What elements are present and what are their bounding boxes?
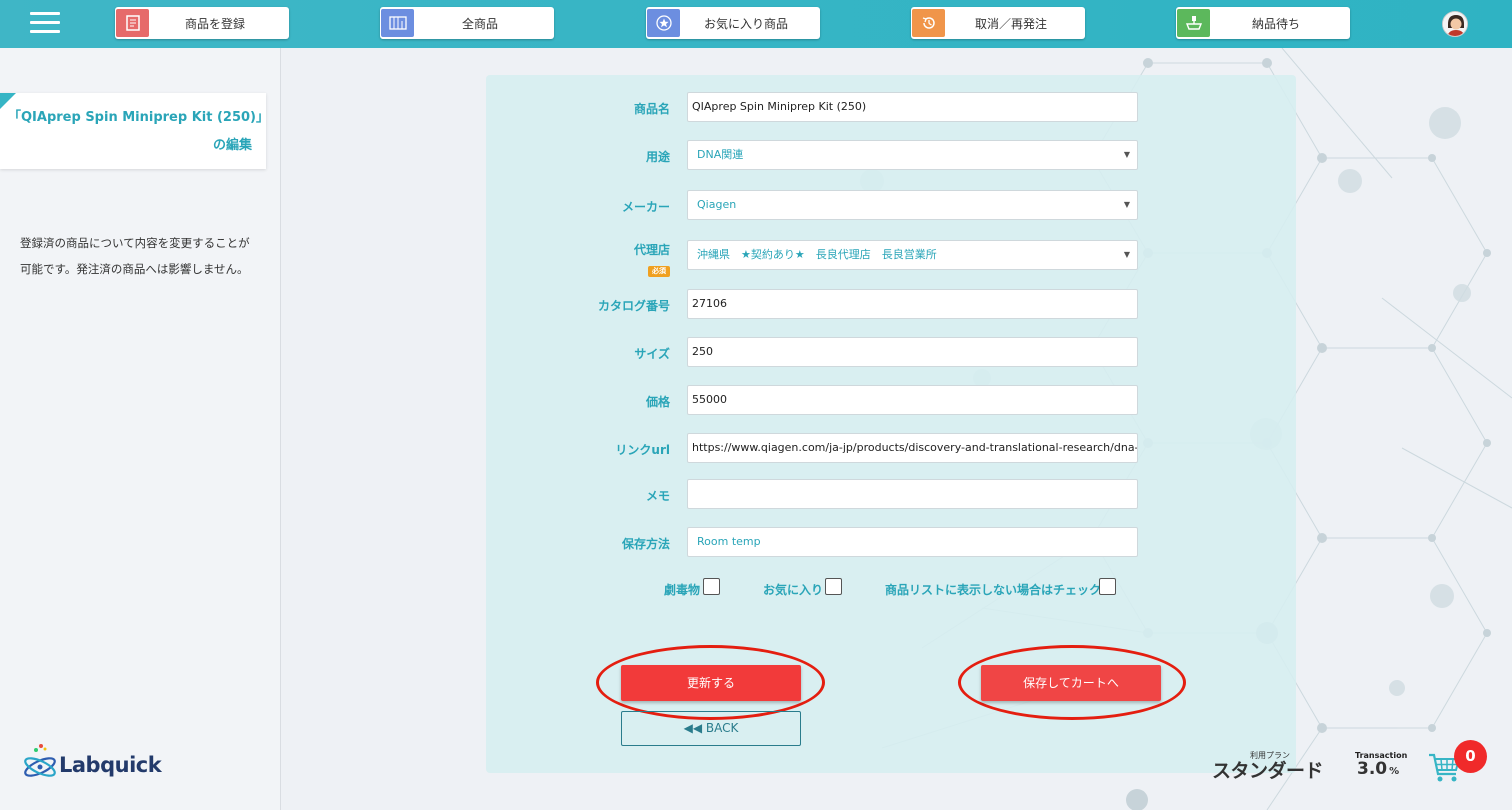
hide-from-list-checkbox[interactable] [1099,578,1116,595]
product-name-input[interactable]: QIAprep Spin Miniprep Kit (250) [687,92,1138,122]
link-url-input[interactable]: https://www.qiagen.com/ja-jp/products/di… [687,433,1138,463]
select-value: DNA関連 [697,148,744,161]
logo-text: Labquick [59,753,162,777]
nav-cancel-reorder[interactable]: 取消／再発注 [911,7,1085,39]
checkbox-label: お気に入り [763,583,824,597]
all-products-icon [381,9,414,37]
field-label: メモ [645,489,670,503]
field-label: 用途 [645,150,670,164]
nav-awaiting-delivery[interactable]: 納品待ち [1176,7,1350,39]
sidebar: 「QIAprep Spin Miniprep Kit (250)」 の編集 登録… [0,48,281,810]
page-title-suffix: の編集 [212,138,252,153]
update-button[interactable]: 更新する [621,665,801,701]
description-line: 登録済の商品について内容を変更することが [20,236,250,250]
form-row-catalog-number: カタログ番号 27106 [486,289,1296,321]
form-row-agency: 代理店 必須 沖縄県 ★契約あり★ 長良代理店 長良営業所 ▼ [486,240,1296,277]
poison-checkbox-group: 劇毒物 [664,578,724,598]
page-description: 登録済の商品について内容を変更することが 可能です。発注済の商品へは影響しません… [20,230,270,282]
field-label: リンクurl [615,443,670,457]
storage-method-input[interactable]: Room temp [687,527,1138,557]
nav-label: 納品待ち [1251,16,1300,31]
form-row-storage: 保存方法 Room temp [486,527,1296,559]
nav-register-product[interactable]: 商品を登録 [115,7,289,39]
form-row-link-url: リンクurl https://www.qiagen.com/ja-jp/prod… [486,433,1296,465]
form-row-size: サイズ 250 [486,337,1296,369]
transaction-unit: % [1389,766,1400,777]
maker-select[interactable]: Qiagen ▼ [687,190,1138,220]
transaction-rate: 3.0% [1357,759,1399,779]
dropdown-caret-icon: ▼ [1123,150,1130,159]
select-value: Qiagen [697,198,737,211]
top-bar: 商品を登録 全商品 お気に入り商品 取消／再発注 納品待ち [0,0,1512,48]
form-row-price: 価格 55000 [486,385,1296,417]
app-logo[interactable]: Labquick [22,743,172,783]
select-value: 沖縄県 ★契約あり★ 長良代理店 長良営業所 [697,248,937,261]
form-row-maker: メーカー Qiagen ▼ [486,190,1296,222]
field-label: 価格 [645,395,670,409]
form-row-usage: 用途 DNA関連 ▼ [486,140,1296,172]
field-label: 商品名 [633,102,670,116]
field-label: メーカー [621,200,670,214]
menu-icon[interactable] [30,12,60,34]
nav-label: 取消／再発注 [974,16,1047,31]
save-to-cart-button[interactable]: 保存してカートへ [981,665,1161,701]
register-icon [116,9,149,37]
favorite-checkbox-group: お気に入り [763,578,853,598]
form-row-memo: メモ [486,479,1296,511]
size-input[interactable]: 250 [687,337,1138,367]
favorite-icon [647,9,680,37]
delivery-icon [1177,9,1210,37]
page-title-card: 「QIAprep Spin Miniprep Kit (250)」 の編集 [0,93,269,169]
field-label: 代理店 [633,243,670,257]
checkbox-label: 商品リストに表示しない場合はチェック [885,583,1102,597]
form-row-product-name: 商品名 QIAprep Spin Miniprep Kit (250) [486,92,1296,124]
cart-count-badge[interactable]: 0 [1454,740,1487,773]
description-line: 可能です。発注済の商品へは影響しません。 [20,262,249,276]
dropdown-caret-icon: ▼ [1123,200,1130,209]
plan-name: スタンダード [1212,760,1324,782]
atom-logo-icon [24,744,56,777]
nav-label: 商品を登録 [184,16,245,31]
page-title: 「QIAprep Spin Miniprep Kit (250)」 [8,110,269,125]
nav-label: 全商品 [461,16,498,31]
back-button[interactable]: ◀◀ BACK [621,711,801,746]
nav-favorites[interactable]: お気に入り商品 [646,7,820,39]
history-icon [912,9,945,37]
poison-checkbox[interactable] [703,578,720,595]
checkbox-label: 劇毒物 [664,583,701,597]
transaction-value: 3.0 [1357,759,1388,779]
nav-label: お気に入り商品 [703,16,788,31]
catalog-number-input[interactable]: 27106 [687,289,1138,319]
usage-select[interactable]: DNA関連 ▼ [687,140,1138,170]
required-badge: 必須 [648,266,670,277]
field-label: サイズ [634,347,670,361]
field-label: 保存方法 [621,537,670,551]
price-input[interactable]: 55000 [687,385,1138,415]
edit-form-panel: 商品名 QIAprep Spin Miniprep Kit (250) 用途 D… [486,75,1296,773]
nav-all-products[interactable]: 全商品 [380,7,554,39]
user-avatar[interactable] [1442,11,1468,37]
memo-input[interactable] [687,479,1138,509]
favorite-checkbox[interactable] [825,578,842,595]
field-label: カタログ番号 [597,299,670,313]
hide-from-list-checkbox-group: 商品リストに表示しない場合はチェック [885,578,1125,598]
agency-select[interactable]: 沖縄県 ★契約あり★ 長良代理店 長良営業所 ▼ [687,240,1138,270]
dropdown-caret-icon: ▼ [1123,250,1130,259]
